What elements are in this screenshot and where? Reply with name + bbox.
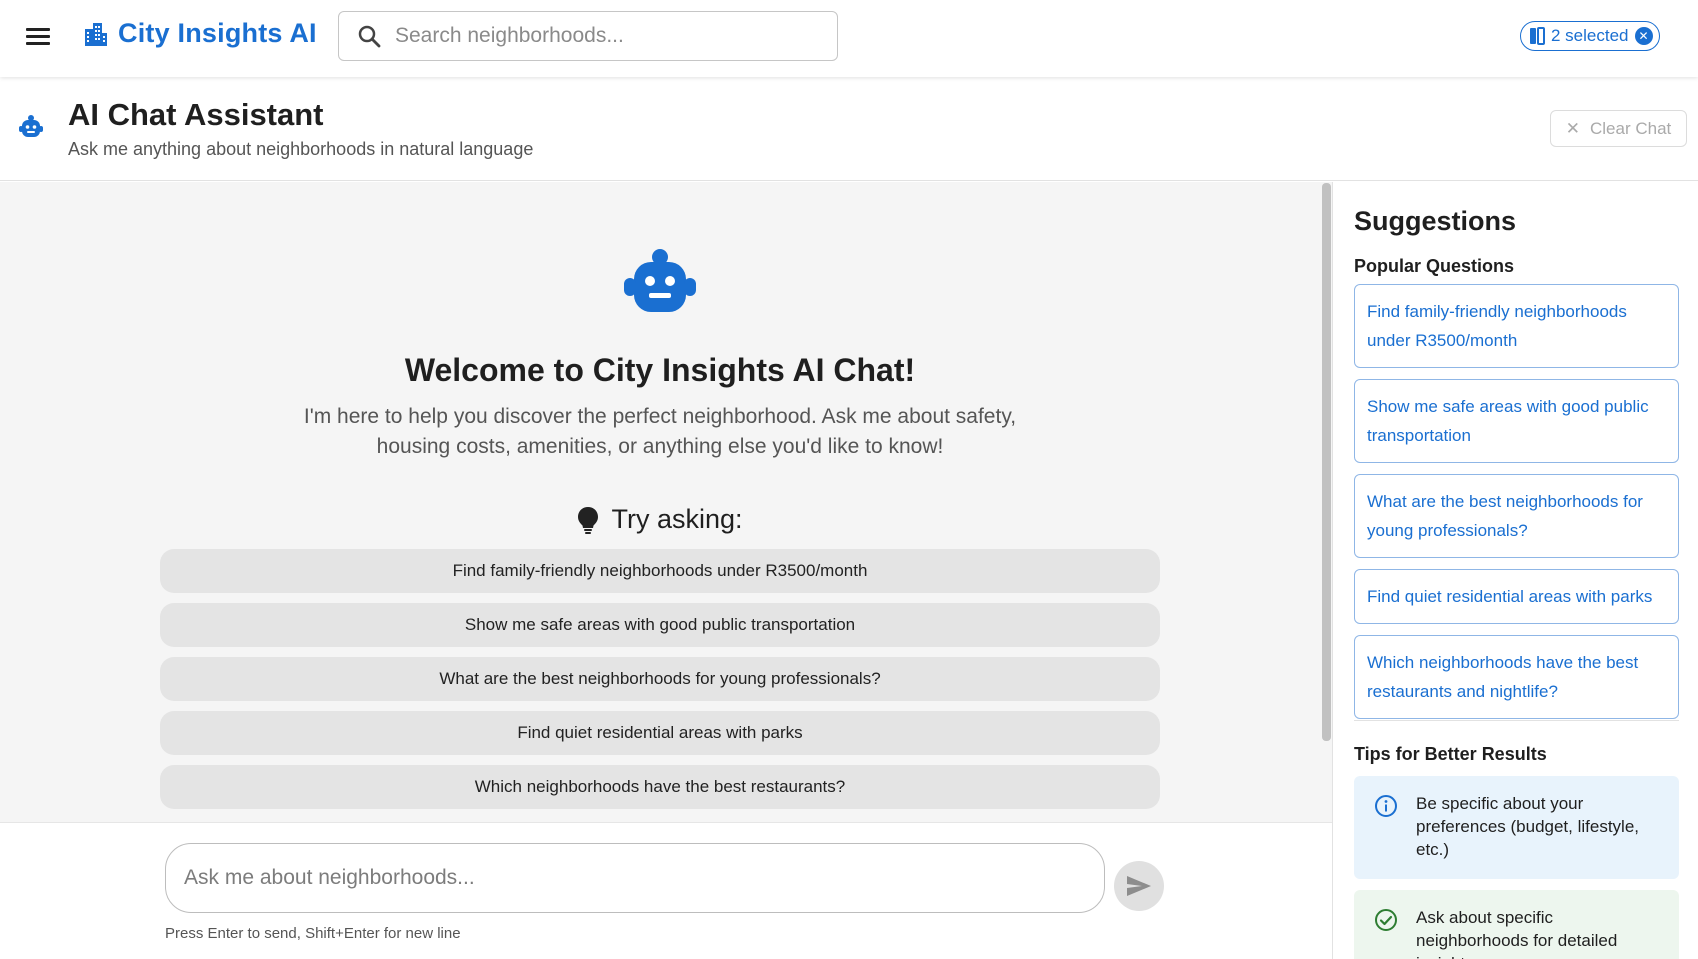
welcome-title: Welcome to City Insights AI Chat! <box>404 352 916 388</box>
page-subtitle: Ask me anything about neighborhoods in n… <box>68 139 534 159</box>
message-input-box[interactable] <box>165 843 1105 913</box>
tip-card: Be specific about your preferences (budg… <box>1354 776 1679 879</box>
app-bar: City Insights AI 2 selected ✕ <box>0 0 1698 77</box>
tip-card: Ask about specific neighborhoods for det… <box>1354 890 1679 959</box>
robot-icon <box>19 115 43 137</box>
page-title: AI Chat Assistant <box>68 97 324 132</box>
clear-selection-icon[interactable]: ✕ <box>1634 27 1653 45</box>
clear-chat-label: Clear Chat <box>1589 118 1672 138</box>
message-composer: Press Enter to send, Shift+Enter for new… <box>0 822 1332 959</box>
search-box[interactable] <box>338 11 838 61</box>
divider <box>1354 720 1679 721</box>
popular-question-item[interactable]: Find family-friendly neighborhoods under… <box>1354 284 1679 368</box>
clear-chat-button[interactable]: ✕ Clear Chat <box>1550 110 1687 147</box>
info-icon <box>1375 795 1397 817</box>
city-buildings-icon <box>85 22 107 46</box>
search-icon <box>358 25 381 48</box>
popular-question-item[interactable]: What are the best neighborhoods for youn… <box>1354 474 1679 558</box>
menu-button[interactable] <box>22 24 54 52</box>
composer-hint: Press Enter to send, Shift+Enter for new… <box>165 925 461 942</box>
hamburger-menu-icon <box>26 28 50 31</box>
sidebar-title: Suggestions <box>1354 206 1517 236</box>
suggestion-chip[interactable]: Find family-friendly neighborhoods under… <box>160 549 1160 593</box>
chat-area[interactable]: Welcome to City Insights AI Chat! I'm he… <box>0 182 1332 822</box>
suggestion-list: Find family-friendly neighborhoods under… <box>160 549 1160 819</box>
send-button[interactable] <box>1114 861 1164 911</box>
welcome-description: I'm here to help you discover the perfec… <box>303 405 1017 458</box>
brand[interactable]: City Insights AI <box>84 18 317 49</box>
try-asking-label: Try asking: <box>611 504 743 534</box>
suggestion-chip[interactable]: Find quiet residential areas with parks <box>160 711 1160 755</box>
popular-questions-title: Popular Questions <box>1354 256 1515 276</box>
suggestion-chip[interactable]: What are the best neighborhoods for youn… <box>160 657 1160 701</box>
send-icon <box>1127 876 1151 896</box>
suggestions-sidebar[interactable]: Suggestions Popular Questions Find famil… <box>1332 182 1698 959</box>
suggestion-chip[interactable]: Show me safe areas with good public tran… <box>160 603 1160 647</box>
tip-text: Ask about specific neighborhoods for det… <box>1416 908 1618 959</box>
suggestion-chip[interactable]: Which neighborhoods have the best restau… <box>160 765 1160 809</box>
popular-question-item[interactable]: Show me safe areas with good public tran… <box>1354 379 1679 463</box>
close-icon: ✕ <box>1565 118 1580 138</box>
try-asking-header: Try asking: <box>0 504 1320 535</box>
app-title: City Insights AI <box>118 18 317 48</box>
chat-scrollbar[interactable] <box>1322 183 1331 741</box>
selection-count: 2 selected <box>1551 26 1629 45</box>
tip-text: Be specific about your preferences (budg… <box>1416 794 1640 859</box>
message-input[interactable] <box>184 866 1064 890</box>
lightbulb-icon <box>578 506 599 534</box>
compare-map-icon <box>1530 27 1545 45</box>
search-input[interactable] <box>395 24 815 48</box>
popular-question-item[interactable]: Which neighborhoods have the best restau… <box>1354 635 1679 719</box>
popular-question-item[interactable]: Find quiet residential areas with parks <box>1354 569 1679 624</box>
page-header: AI Chat Assistant Ask me anything about … <box>0 77 1698 181</box>
check-circle-icon <box>1375 909 1397 931</box>
robot-icon <box>624 249 696 312</box>
popular-questions-list: Find family-friendly neighborhoods under… <box>1354 284 1679 730</box>
tips-title: Tips for Better Results <box>1354 744 1547 764</box>
selection-chip[interactable]: 2 selected ✕ <box>1520 21 1660 51</box>
